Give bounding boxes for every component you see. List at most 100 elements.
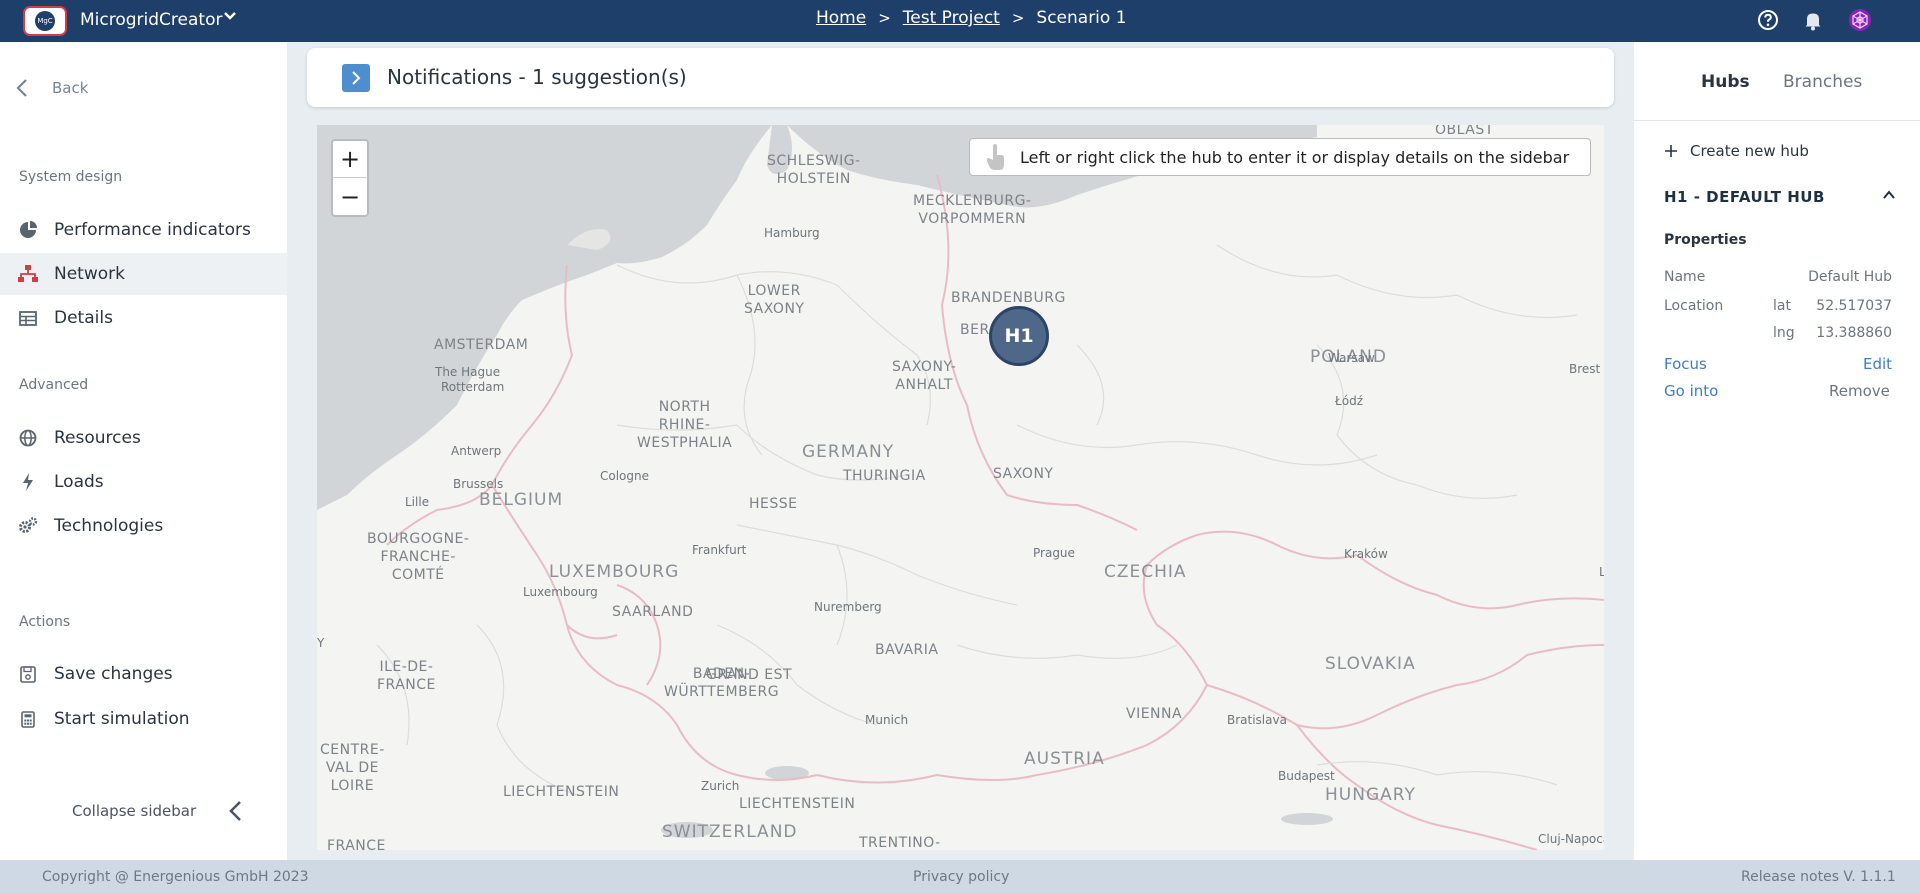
map-label: Prague <box>1033 546 1075 560</box>
sidebar-item-loads[interactable]: Loads <box>0 461 287 503</box>
create-new-hub-button[interactable]: Create new hub <box>1664 142 1809 160</box>
collapse-sidebar-button[interactable]: Collapse sidebar <box>72 800 242 822</box>
map-label: Budapest <box>1278 769 1335 783</box>
sidebar-item-resources[interactable]: Resources <box>0 417 287 459</box>
sidebar-item-label: Resources <box>54 428 141 448</box>
property-subkey: lng <box>1773 325 1795 341</box>
map-label: BRANDENBURG <box>951 290 1066 306</box>
tab-branches[interactable]: Branches <box>1783 72 1862 92</box>
network-icon <box>18 264 38 284</box>
hub-marker-h1[interactable]: H1 <box>989 306 1049 366</box>
copyright-text: Copyright @ Energenious GmbH 2023 <box>42 869 309 885</box>
map-label: TRENTINO- <box>859 835 941 850</box>
globe-icon <box>18 428 38 448</box>
zoom-in-button[interactable]: + <box>333 141 367 178</box>
map-label: Cologne <box>600 469 650 483</box>
remove-link[interactable]: Remove <box>1829 382 1890 400</box>
breadcrumb-separator: > <box>1011 9 1025 27</box>
map-label: Zurich <box>701 779 740 793</box>
map-label: BER <box>960 322 990 338</box>
sidebar-item-start-simulation[interactable]: Start simulation <box>0 698 287 740</box>
map-label: SAXONY <box>993 466 1054 482</box>
breadcrumb-project[interactable]: Test Project <box>903 8 1000 28</box>
edit-link[interactable]: Edit <box>1863 355 1892 373</box>
table-icon <box>18 308 38 328</box>
notifications-title: Notifications - 1 suggestion(s) <box>387 65 687 89</box>
back-label: Back <box>52 79 89 97</box>
map-label: ILE-DE- FRANCE <box>377 659 436 693</box>
release-notes-link[interactable]: Release notes V. 1.1.1 <box>1741 869 1896 885</box>
breadcrumb-separator: > <box>878 9 891 27</box>
map-label: AMSTERDAM <box>434 337 529 353</box>
section-title-advanced: Advanced <box>19 377 89 393</box>
property-value: 52.517037 <box>1816 298 1892 314</box>
hub-header[interactable]: H1 - DEFAULT HUB <box>1664 188 1896 206</box>
chevron-down-icon[interactable] <box>223 11 237 21</box>
map-label: SAXONY- ANHALT <box>892 359 957 393</box>
bell-icon[interactable] <box>1802 9 1824 31</box>
map-label: SCHLESWIG- HOLSTEIN <box>767 153 861 187</box>
map-label: BOURGOGNE- FRANCHE- COMTÉ <box>367 531 470 583</box>
pie-chart-icon <box>18 220 38 240</box>
breadcrumb-home[interactable]: Home <box>816 8 866 28</box>
logo-mark: MgC <box>35 11 55 31</box>
sidebar-item-network[interactable]: Network <box>0 253 287 295</box>
map-label: Y <box>317 636 325 650</box>
chevron-right-icon <box>352 71 361 85</box>
help-icon[interactable] <box>1757 9 1779 31</box>
notifications-bar: Notifications - 1 suggestion(s) <box>307 48 1614 107</box>
plus-icon <box>1665 145 1677 157</box>
sidebar-item-label: Save changes <box>54 664 173 684</box>
zoom-out-button[interactable]: − <box>333 178 367 215</box>
sidebar-item-technologies[interactable]: Technologies <box>0 505 287 547</box>
app-name[interactable]: MicrogridCreator <box>80 10 222 30</box>
go-into-link[interactable]: Go into <box>1664 382 1718 400</box>
sidebar-item-label: Performance indicators <box>54 220 251 240</box>
create-label: Create new hub <box>1690 142 1809 160</box>
sidebar-item-save-changes[interactable]: Save changes <box>0 653 287 695</box>
sidebar-item-label: Network <box>54 264 125 284</box>
sidebar-item-label: Loads <box>54 472 104 492</box>
expand-notifications-button[interactable] <box>342 64 370 92</box>
network-map[interactable]: OBLAST SCHLESWIG- HOLSTEIN MECKLENBURG- VO… <box>317 125 1604 850</box>
app-logo[interactable]: MgC <box>23 6 67 36</box>
section-title-actions: Actions <box>19 614 71 630</box>
map-label: LIECHTENSTEIN <box>739 796 856 812</box>
map-label: CZECHIA <box>1104 562 1187 582</box>
chevron-left-icon <box>16 79 27 97</box>
zoom-control: + − <box>331 139 369 217</box>
gears-icon <box>18 516 38 536</box>
sidebar-item-details[interactable]: Details <box>0 297 287 339</box>
panel-tabs: Hubs Branches <box>1634 42 1920 121</box>
map-label: THURINGIA <box>843 468 926 484</box>
map-label: NORTH RHINE- WESTPHALIA <box>637 399 733 451</box>
map-label: GERMANY <box>802 442 895 462</box>
hint-text: Left or right click the hub to enter it … <box>1020 147 1570 167</box>
property-value: Default Hub <box>1808 269 1892 285</box>
map-label: Warsaw <box>1328 351 1375 365</box>
map-label: MECKLENBURG- VORPOMMERN <box>913 193 1032 227</box>
sidebar-item-performance-indicators[interactable]: Performance indicators <box>0 209 287 251</box>
focus-link[interactable]: Focus <box>1664 355 1707 373</box>
map-label: LIECHTENSTEIN <box>503 784 620 800</box>
map-label: HUNGARY <box>1325 785 1416 805</box>
map-label: Luxembourg <box>523 585 598 599</box>
back-button[interactable]: Back <box>16 78 88 98</box>
pointer-hand-icon <box>986 144 1004 170</box>
avatar[interactable] <box>1848 8 1872 32</box>
properties-label: Properties <box>1664 232 1747 248</box>
map-label: Bratislava <box>1227 713 1287 727</box>
save-icon <box>18 664 38 684</box>
sidebar-item-label: Start simulation <box>54 709 190 729</box>
map-label: Brest <box>1569 362 1601 376</box>
map-label: Hamburg <box>764 226 820 240</box>
map-label: HESSE <box>749 496 798 512</box>
map-label: SWITZERLAND <box>662 822 798 842</box>
map-label: SLOVAKIA <box>1325 654 1416 674</box>
chevron-up-icon[interactable] <box>1882 189 1896 201</box>
tab-hubs[interactable]: Hubs <box>1701 72 1750 92</box>
right-panel: Hubs Branches Create new hub H1 - DEFAUL… <box>1634 42 1920 860</box>
map-label: LUXEMBOURG <box>549 562 680 582</box>
map-label: BELGIUM <box>479 490 564 510</box>
privacy-policy-link[interactable]: Privacy policy <box>913 869 1009 885</box>
